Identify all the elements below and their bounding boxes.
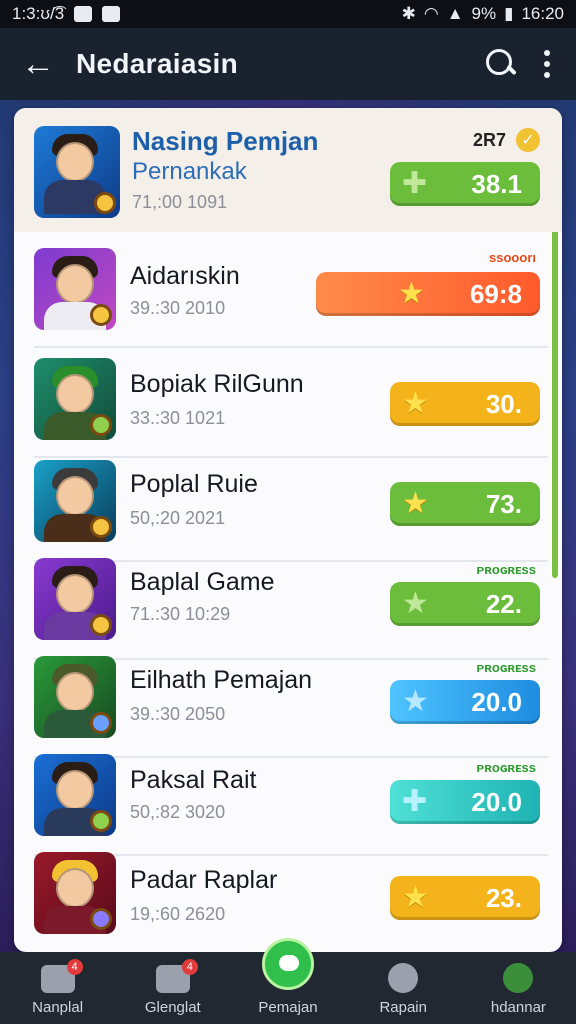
score-pill[interactable]: ★ 23.: [390, 876, 540, 920]
progress-label: ᴘʀᴏɢʀᴇss: [476, 562, 536, 577]
star-icon: ★: [402, 685, 429, 718]
trend-icon: [503, 963, 534, 993]
notification-icon: [102, 6, 121, 22]
profile-icon: [388, 963, 419, 993]
score-pill[interactable]: ★ 69:8: [316, 272, 540, 316]
star-icon: ★: [402, 881, 429, 914]
list-item[interactable]: Padar Raplar 19,:60 2620 ★ 23.: [14, 846, 562, 952]
score-pill[interactable]: ✚ 38.1: [390, 162, 540, 206]
score-pill[interactable]: ★ 20.0: [390, 680, 540, 724]
score-value: 22.: [485, 588, 522, 619]
progress-label: ᴘʀᴏɢʀᴇss: [476, 660, 536, 675]
game-thumbnail: [34, 358, 116, 440]
game-name: Bopiak RilGunn: [130, 370, 304, 398]
score-value: 38.1: [471, 168, 522, 199]
back-button[interactable]: ←: [0, 45, 76, 84]
nav-label: Nanplal: [32, 999, 84, 1016]
game-meta: 50,:82 3020: [130, 802, 226, 822]
featured-count: 2R7 ✓: [473, 128, 540, 152]
game-thumbnail: [34, 126, 120, 218]
star-icon: ★: [398, 277, 425, 310]
status-time-left: 1:3:ʊ/͡3: [12, 4, 65, 23]
game-name: Aidarıskin: [130, 262, 240, 290]
notification-badge: 4: [181, 959, 198, 975]
gallery-icon: [74, 6, 93, 22]
game-thumbnail: [34, 558, 116, 640]
game-thumbnail: [34, 852, 116, 934]
list-item[interactable]: Poplal Ruie 50,:20 2021 ★ 73.: [14, 452, 562, 562]
search-icon[interactable]: [484, 47, 518, 81]
status-bar: 1:3:ʊ/͡3 ✱ ◠ ▲ 9% ▮ 16:20: [0, 0, 576, 28]
score-pill[interactable]: ★ 22.: [390, 582, 540, 626]
rank-label: ssooorı: [489, 250, 536, 265]
progress-label: ᴘʀᴏɢʀᴇss: [476, 760, 536, 775]
game-meta: 19,:60 2620: [130, 904, 226, 924]
featured-meta: 71,:00 1091: [132, 192, 228, 212]
bluetooth-icon: ✱: [401, 4, 416, 23]
game-name: Padar Raplar: [130, 866, 278, 894]
check-icon: ✓: [516, 128, 540, 152]
featured-name: Nasing Pemjan: [132, 126, 319, 156]
nav-label: hdannar: [490, 999, 546, 1016]
game-meta: 33.:30 1021: [130, 408, 226, 428]
nav-item-nanplal[interactable]: 4 Nanplal: [0, 952, 115, 1024]
score-value: 73.: [485, 488, 522, 519]
featured-count-label: 2R7: [472, 129, 506, 150]
game-name: Baplal Game: [130, 568, 275, 596]
puzzle-icon: ✚: [402, 167, 428, 200]
more-options-icon[interactable]: [544, 50, 550, 78]
game-thumbnail: [34, 248, 116, 330]
wifi-icon: ◠: [423, 4, 439, 23]
game-thumbnail: [34, 754, 116, 836]
nav-item-pemajan[interactable]: Pemajan: [230, 938, 345, 1024]
score-pill[interactable]: ★ 73.: [390, 482, 540, 526]
star-icon: ★: [402, 587, 429, 620]
notification-badge: 4: [66, 959, 83, 975]
score-pill[interactable]: ★ 30.: [390, 382, 540, 426]
puzzle-icon: ✚: [402, 785, 428, 818]
list-item[interactable]: Bopiak RilGunn 33.:30 1021 ★ 30.: [14, 348, 562, 458]
game-meta: 39.:30 2010: [130, 298, 226, 318]
score-value: 30.: [485, 388, 522, 419]
page-title: Nedaraiasin: [76, 48, 239, 79]
list-item[interactable]: Paksal Rait 50,:82 3020 ᴘʀᴏɢʀᴇss ✚ 20.0: [14, 746, 562, 856]
game-meta: 50,:20 2021: [130, 508, 226, 528]
nav-item-hdannar[interactable]: hdannar: [461, 952, 576, 1024]
featured-game-row[interactable]: Nasing Pemjan Pernankak 71,:00 1091 2R7 …: [14, 108, 562, 232]
score-value: 20.0: [471, 686, 522, 717]
star-icon: ★: [402, 387, 429, 420]
score-pill[interactable]: ✚ 20.0: [390, 780, 540, 824]
battery-percent: 9%: [471, 4, 497, 23]
nav-item-glenglat[interactable]: 4 Glenglat: [115, 952, 230, 1024]
battery-icon: ▮: [504, 4, 514, 23]
game-meta: 71.:30 10:29: [130, 604, 231, 624]
camera-icon: 4: [40, 959, 83, 993]
star-icon: ★: [402, 487, 429, 520]
app-bar: ← Nedaraiasin: [0, 28, 576, 100]
document-icon: 4: [155, 959, 198, 993]
game-name: Eilhath Pemajan: [130, 666, 313, 694]
bottom-navigation: 4 Nanplal 4 Glenglat Pemajan Rapain hdan…: [0, 938, 576, 1024]
nav-label: Rapain: [379, 999, 427, 1016]
game-name: Poplal Ruie: [130, 470, 258, 498]
nav-label: Glenglat: [144, 999, 201, 1016]
nav-label: Pemajan: [258, 999, 318, 1016]
chat-icon: [262, 938, 314, 990]
list-item[interactable]: Aidarıskin 39.:30 2010 ssooorı ★ 69:8: [14, 238, 562, 348]
game-meta: 39.:30 2050: [130, 704, 226, 724]
game-thumbnail: [34, 460, 116, 542]
featured-subtitle: Pernankak: [132, 158, 247, 185]
nav-item-rapain[interactable]: Rapain: [346, 952, 461, 1024]
score-value: 20.0: [471, 786, 522, 817]
signal-icon: ▲: [446, 4, 464, 23]
list-item[interactable]: Eilhath Pemajan 39.:30 2050 ᴘʀᴏɢʀᴇss ★ 2…: [14, 648, 562, 758]
leaderboard-panel: Nasing Pemjan Pernankak 71,:00 1091 2R7 …: [14, 108, 562, 952]
game-name: Paksal Rait: [130, 766, 257, 794]
score-value: 69:8: [469, 278, 522, 309]
status-time-right: 16:20: [521, 4, 564, 23]
arrow-left-icon: ←: [21, 44, 55, 83]
list-item[interactable]: Baplal Game 71.:30 10:29 ᴘʀᴏɢʀᴇss ★ 22.: [14, 550, 562, 660]
game-thumbnail: [34, 656, 116, 738]
score-value: 23.: [485, 882, 522, 913]
